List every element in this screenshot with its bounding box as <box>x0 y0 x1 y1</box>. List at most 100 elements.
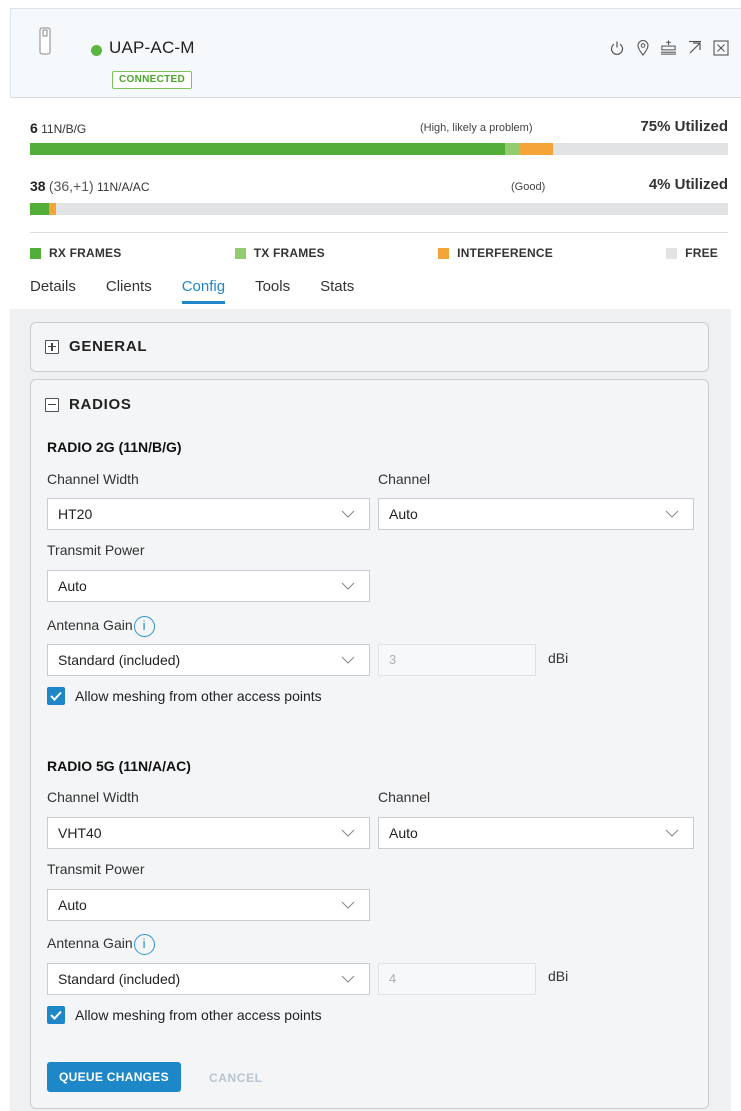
legend-rx: RX FRAMES <box>30 246 121 260</box>
channel-width-label: Channel Width <box>47 471 139 487</box>
legend-swatch <box>666 247 678 259</box>
antenna-gain-label: Antenna Gain i <box>47 934 155 955</box>
radio-2g-title: RADIO 2G (11N/B/G) <box>47 439 182 455</box>
tab-bar: Details Clients Config Tools Stats <box>30 278 384 304</box>
label-text: Antenna Gain <box>47 617 133 634</box>
legend-swatch <box>234 247 246 259</box>
interference-segment <box>48 203 56 215</box>
general-panel: GENERAL <box>30 322 709 372</box>
utilization-text: 75% Utilized <box>640 118 728 135</box>
utilization-text: 4% Utilized <box>648 176 728 193</box>
usage-status: (High, likely a problem) <box>420 122 533 134</box>
chevron-down-icon <box>341 975 355 983</box>
tab-clients[interactable]: Clients <box>106 278 152 304</box>
status-badge: CONNECTED <box>112 71 193 89</box>
expand-icon <box>45 339 59 354</box>
tab-config[interactable]: Config <box>181 278 226 304</box>
info-icon[interactable]: i <box>133 934 155 955</box>
header-actions <box>608 39 729 56</box>
tab-details[interactable]: Details <box>30 278 76 304</box>
general-panel-header[interactable]: GENERAL <box>45 338 147 355</box>
radio-usage-2g: 6 11N/B/G (High, likely a problem) 75% U… <box>30 114 728 164</box>
chevron-down-icon <box>341 656 355 664</box>
usage-status: (Good) <box>511 181 546 193</box>
channel-select-2g[interactable]: Auto <box>378 498 694 530</box>
transmit-power-label: Transmit Power <box>47 861 145 877</box>
chevron-down-icon <box>665 510 679 518</box>
band-label: 11N/A/AC <box>97 180 150 194</box>
collapse-icon <box>45 397 59 412</box>
transmit-power-select-2g[interactable]: Auto <box>47 570 370 602</box>
power-icon[interactable] <box>608 39 625 56</box>
device-header: UAP-AC-M CONNECTED <box>10 8 741 98</box>
divider <box>30 232 728 233</box>
label-text: Antenna Gain <box>47 935 133 952</box>
checkmark-icon <box>47 687 65 705</box>
channel-label: Channel <box>378 471 431 487</box>
tab-stats[interactable]: Stats <box>320 278 354 304</box>
legend-label: INTERFERENCE <box>457 246 553 260</box>
utilization-bar <box>30 143 728 155</box>
antenna-gain-label: Antenna Gain i <box>47 616 155 637</box>
channel-number: 6 <box>30 120 38 136</box>
cancel-button[interactable]: CANCEL <box>209 1071 263 1085</box>
queue-changes-button[interactable]: QUEUE CHANGES <box>47 1062 181 1092</box>
locate-icon[interactable] <box>634 39 651 56</box>
channel-select-5g[interactable]: Auto <box>378 817 694 849</box>
legend-swatch <box>30 247 41 259</box>
radios-panel-header[interactable]: RADIOS <box>45 396 132 413</box>
devices-icon[interactable] <box>660 39 677 56</box>
gain-value-input-2g[interactable]: 3 <box>378 644 536 676</box>
utilization-bar <box>30 203 728 215</box>
select-value: Standard (included) <box>58 652 181 668</box>
chevron-down-icon <box>341 582 355 590</box>
radio-usage-label: 38 (36,+1) 11N/A/AC <box>30 178 149 194</box>
checkmark-icon <box>47 1006 65 1024</box>
gain-value-input-5g[interactable]: 4 <box>378 963 536 995</box>
checkbox-label: Allow meshing from other access points <box>75 1007 322 1023</box>
panel-title: GENERAL <box>69 338 148 355</box>
legend-label: RX FRAMES <box>49 246 122 260</box>
channel-width-select-2g[interactable]: HT20 <box>47 498 370 530</box>
select-value: Auto <box>389 825 418 841</box>
select-value: Auto <box>389 506 418 522</box>
device-name: UAP-AC-M <box>109 38 195 57</box>
mesh-checkbox-5g[interactable]: Allow meshing from other access points <box>47 1006 322 1024</box>
select-value: VHT40 <box>58 825 102 841</box>
radio-usage-label: 6 11N/B/G <box>30 120 86 136</box>
popout-icon[interactable] <box>686 39 703 56</box>
chevron-down-icon <box>341 510 355 518</box>
interference-segment <box>518 143 554 155</box>
channel-width-label: Channel Width <box>47 789 139 805</box>
radio-5g-title: RADIO 5G (11N/A/AC) <box>47 758 191 774</box>
legend-label: FREE <box>685 246 718 260</box>
antenna-gain-select-2g[interactable]: Standard (included) <box>47 644 370 676</box>
chevron-down-icon <box>341 901 355 909</box>
panel-title: RADIOS <box>69 396 132 413</box>
info-icon[interactable]: i <box>133 616 155 637</box>
tab-tools[interactable]: Tools <box>255 278 290 304</box>
checkbox-label: Allow meshing from other access points <box>75 688 322 704</box>
channel-width-select-5g[interactable]: VHT40 <box>47 817 370 849</box>
gain-unit: dBi <box>548 968 569 984</box>
tx-segment <box>504 143 519 155</box>
rx-segment <box>30 203 49 215</box>
select-value: Standard (included) <box>58 971 181 987</box>
channel-label: Channel <box>378 789 431 805</box>
usage-legend: RX FRAMES TX FRAMES INTERFERENCE FREE <box>30 246 718 260</box>
legend-interference: INTERFERENCE <box>438 246 553 260</box>
legend-free: FREE <box>666 246 718 260</box>
transmit-power-select-5g[interactable]: Auto <box>47 889 370 921</box>
close-icon[interactable] <box>712 39 729 56</box>
access-point-icon <box>39 27 51 55</box>
band-label: 11N/B/G <box>41 122 87 136</box>
chevron-down-icon <box>341 829 355 837</box>
config-content: GENERAL RADIOS RADIO 2G (11N/B/G) Channe… <box>10 309 731 1111</box>
rx-segment <box>30 143 505 155</box>
antenna-gain-select-5g[interactable]: Standard (included) <box>47 963 370 995</box>
gain-unit: dBi <box>548 650 569 666</box>
radios-panel: RADIOS RADIO 2G (11N/B/G) Channel Width … <box>30 379 709 1109</box>
mesh-checkbox-2g[interactable]: Allow meshing from other access points <box>47 687 322 705</box>
channel-number: 38 <box>30 178 46 194</box>
radio-usage-5g: 38 (36,+1) 11N/A/AC (Good) 4% Utilized <box>30 172 728 222</box>
